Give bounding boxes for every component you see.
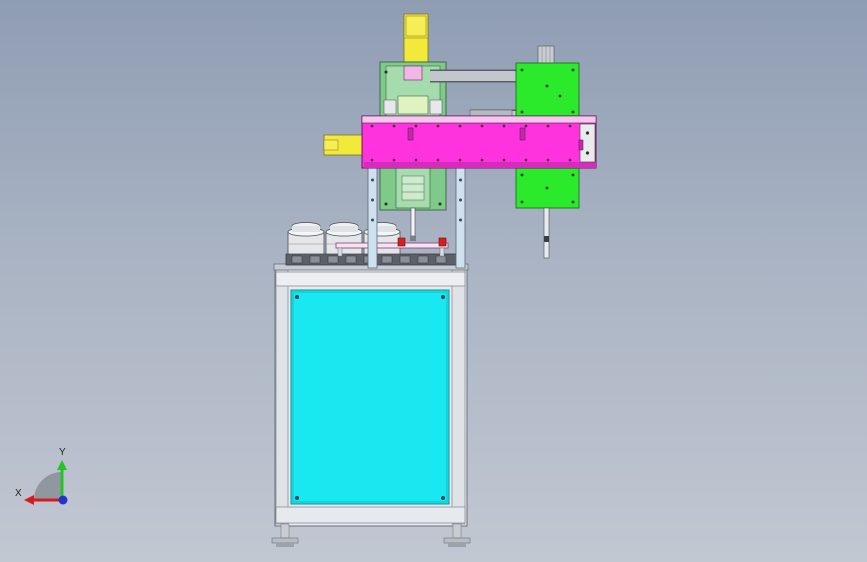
leveling-foot-right xyxy=(443,523,471,547)
cabinet-door-panel xyxy=(290,289,450,505)
motor-plate-upper xyxy=(515,62,580,120)
horizontal-cylinder xyxy=(323,134,367,156)
linear-axis-beam xyxy=(361,115,597,169)
cup-part xyxy=(325,222,363,255)
axis-label-x: X xyxy=(15,488,22,499)
leveling-foot-left xyxy=(271,523,299,547)
axis-triad: Y X xyxy=(15,447,68,505)
cad-viewport[interactable]: Y X xyxy=(0,0,867,562)
base-cabinet xyxy=(271,267,471,547)
z-axis-dot xyxy=(58,495,68,505)
axis-label-y: Y xyxy=(59,447,66,458)
cup-part xyxy=(287,222,325,255)
